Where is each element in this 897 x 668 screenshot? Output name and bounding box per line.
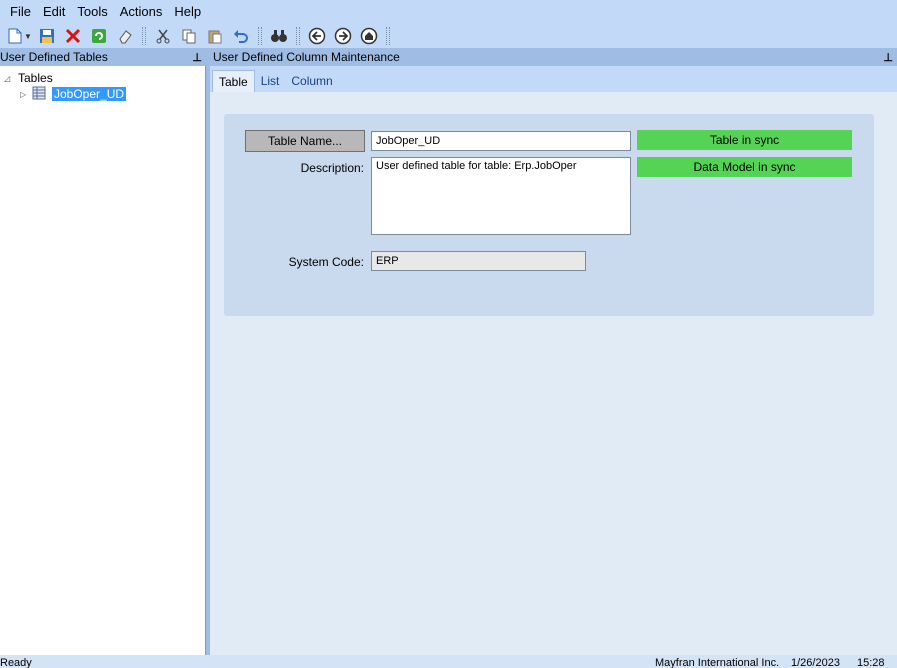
- paste-icon[interactable]: [204, 26, 226, 46]
- pin-icon[interactable]: ⊥: [883, 51, 893, 64]
- copy-icon[interactable]: [178, 26, 200, 46]
- table-detail-panel: Table Name... JobOper_UD Description: Us…: [224, 114, 874, 316]
- table-tab-content: Table Name... JobOper_UD Description: Us…: [210, 92, 897, 655]
- forward-icon[interactable]: [332, 26, 354, 46]
- tables-tree: ◿ Tables ▷ JobOper_UD: [0, 66, 206, 655]
- undo-icon[interactable]: [230, 26, 252, 46]
- menu-tools[interactable]: Tools: [71, 0, 113, 24]
- menu-help[interactable]: Help: [168, 0, 207, 24]
- tab-list[interactable]: List: [255, 70, 286, 92]
- toolbar: ▼: [0, 24, 897, 48]
- toolbar-separator: [141, 27, 146, 45]
- refresh-icon[interactable]: [88, 26, 110, 46]
- cut-icon[interactable]: [152, 26, 174, 46]
- tree-node-label: JobOper_UD: [52, 87, 127, 101]
- status-date: 1/26/2023: [791, 657, 840, 668]
- tab-column[interactable]: Column: [285, 70, 338, 92]
- clear-icon[interactable]: [114, 26, 136, 46]
- description-label: Description:: [300, 161, 364, 175]
- home-icon[interactable]: [358, 26, 380, 46]
- menu-actions[interactable]: Actions: [114, 0, 169, 24]
- back-icon[interactable]: [306, 26, 328, 46]
- left-panel-title: User Defined Tables: [0, 50, 108, 64]
- toolbar-separator: [385, 27, 390, 45]
- menu-file[interactable]: File: [4, 0, 37, 24]
- table-name-button[interactable]: Table Name...: [245, 130, 365, 152]
- tab-strip: Table List Column: [210, 66, 897, 92]
- right-panel-header: User Defined Column Maintenance ⊥: [210, 48, 897, 66]
- description-input[interactable]: User defined table for table: Erp.JobOpe…: [371, 157, 631, 235]
- table-sync-status: Table in sync: [637, 130, 852, 150]
- toolbar-separator: [295, 27, 300, 45]
- system-code-label: System Code:: [288, 255, 364, 269]
- system-code-input: ERP: [371, 251, 586, 271]
- collapse-icon[interactable]: ◿: [4, 74, 16, 83]
- expand-icon[interactable]: ▷: [20, 90, 32, 99]
- status-company: Mayfran International Inc.: [655, 657, 780, 668]
- search-icon[interactable]: [268, 26, 290, 46]
- right-panel-title: User Defined Column Maintenance: [213, 50, 400, 64]
- data-model-sync-status: Data Model in sync: [637, 157, 852, 177]
- tree-node-joboper-ud[interactable]: ▷ JobOper_UD: [20, 85, 127, 104]
- new-dropdown-icon[interactable]: ▼: [24, 32, 32, 41]
- menu-bar: File Edit Tools Actions Help: [0, 0, 897, 24]
- table-icon: [32, 85, 48, 104]
- left-panel-header: User Defined Tables ⊥: [0, 48, 206, 66]
- tab-table[interactable]: Table: [212, 70, 255, 92]
- new-icon[interactable]: [4, 26, 26, 46]
- save-icon[interactable]: [36, 26, 58, 46]
- table-name-input[interactable]: JobOper_UD: [371, 131, 631, 151]
- status-time: 15:28: [857, 657, 885, 668]
- menu-edit[interactable]: Edit: [37, 0, 71, 24]
- status-bar: Ready Mayfran International Inc. 1/26/20…: [0, 655, 897, 668]
- toolbar-separator: [257, 27, 262, 45]
- tree-node-label: Tables: [18, 71, 53, 85]
- pin-icon[interactable]: ⊥: [192, 51, 202, 64]
- delete-icon[interactable]: [62, 26, 84, 46]
- status-ready: Ready: [0, 657, 32, 668]
